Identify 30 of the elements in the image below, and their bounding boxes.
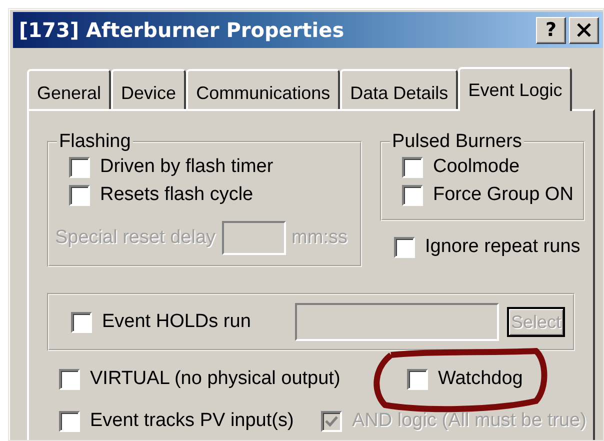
checkbox[interactable]	[59, 410, 80, 432]
checkbox-label: VIRTUAL (no physical output)	[90, 368, 340, 390]
close-icon	[576, 22, 592, 38]
checkbox[interactable]	[402, 156, 423, 178]
checkbox-label: Ignore repeat runs	[425, 236, 580, 258]
checkbox[interactable]	[69, 156, 90, 178]
window-title: [173] Afterburner Properties	[19, 18, 344, 42]
check-icon	[325, 416, 338, 426]
checkbox[interactable]	[402, 184, 423, 206]
tab[interactable]: Data Details	[340, 69, 458, 109]
tab[interactable]: Event Logic	[458, 67, 572, 111]
checkbox[interactable]	[59, 368, 80, 390]
checkbox[interactable]	[394, 236, 415, 258]
checkbox[interactable]	[71, 312, 92, 332]
checkbox-label: Event HOLDs run	[102, 311, 251, 333]
close-button[interactable]	[569, 16, 599, 44]
checkbox[interactable]	[69, 184, 90, 206]
help-button[interactable]: ?	[536, 16, 566, 44]
tab[interactable]: Device	[111, 69, 186, 109]
checkbox[interactable]	[407, 368, 428, 390]
checkbox-label: Driven by flash timer	[100, 156, 274, 178]
group-title: Flashing	[58, 131, 132, 153]
tab[interactable]: General	[27, 69, 112, 109]
checkbox-label: Force Group ON	[433, 184, 574, 206]
checkbox-label: Event tracks PV input(s)	[90, 410, 294, 432]
checkbox-label: Resets flash cycle	[100, 184, 254, 206]
checkbox-label: Watchdog	[438, 368, 523, 390]
checkbox-label: Coolmode	[433, 156, 520, 178]
tab[interactable]: Communications	[186, 69, 340, 109]
group-title: Pulsed Burners	[391, 131, 523, 153]
